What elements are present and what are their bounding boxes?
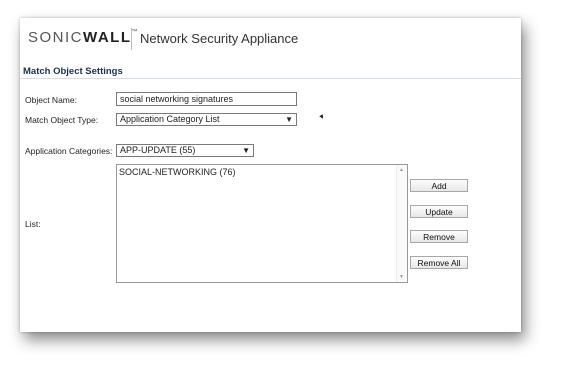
header: SONICWALL™ Network Security Appliance — [20, 18, 521, 62]
application-categories-label: Application Categories: — [25, 146, 113, 156]
application-categories-select[interactable]: APP-UPDATE (55) ▼ — [116, 144, 254, 157]
update-button[interactable]: Update — [410, 205, 468, 218]
add-button[interactable]: Add — [410, 179, 468, 192]
remove-button[interactable]: Remove — [410, 230, 468, 243]
chevron-down-icon: ▼ — [285, 115, 293, 124]
chevron-down-icon: ▼ — [242, 146, 250, 155]
section-title: Match Object Settings — [23, 66, 123, 77]
listbox-scrollbar[interactable]: ▲ ▼ — [396, 165, 407, 282]
product-name: Network Security Appliance — [140, 31, 299, 46]
list-label: List: — [25, 219, 41, 229]
scroll-up-icon[interactable]: ▲ — [399, 167, 404, 173]
section-divider — [20, 78, 521, 79]
mouse-pointer-icon — [319, 114, 325, 120]
application-categories-value: APP-UPDATE (55) — [120, 145, 196, 155]
header-separator — [131, 28, 132, 50]
match-object-type-select[interactable]: Application Category List ▼ — [116, 113, 297, 126]
scroll-down-icon[interactable]: ▼ — [399, 274, 404, 280]
match-object-settings-panel: SONICWALL™ Network Security Appliance Ma… — [20, 18, 521, 332]
remove-all-button[interactable]: Remove All — [410, 256, 468, 269]
match-object-type-value: Application Category List — [120, 114, 220, 124]
list-item[interactable]: SOCIAL-NETWORKING (76) — [119, 167, 236, 177]
match-object-type-label: Match Object Type: — [25, 115, 99, 125]
object-name-label: Object Name: — [25, 95, 77, 105]
category-listbox[interactable]: SOCIAL-NETWORKING (76) ▲ ▼ — [116, 164, 408, 283]
sonicwall-logo: SONICWALL™ — [28, 29, 138, 46]
object-name-input[interactable]: social networking signatures — [116, 92, 297, 106]
